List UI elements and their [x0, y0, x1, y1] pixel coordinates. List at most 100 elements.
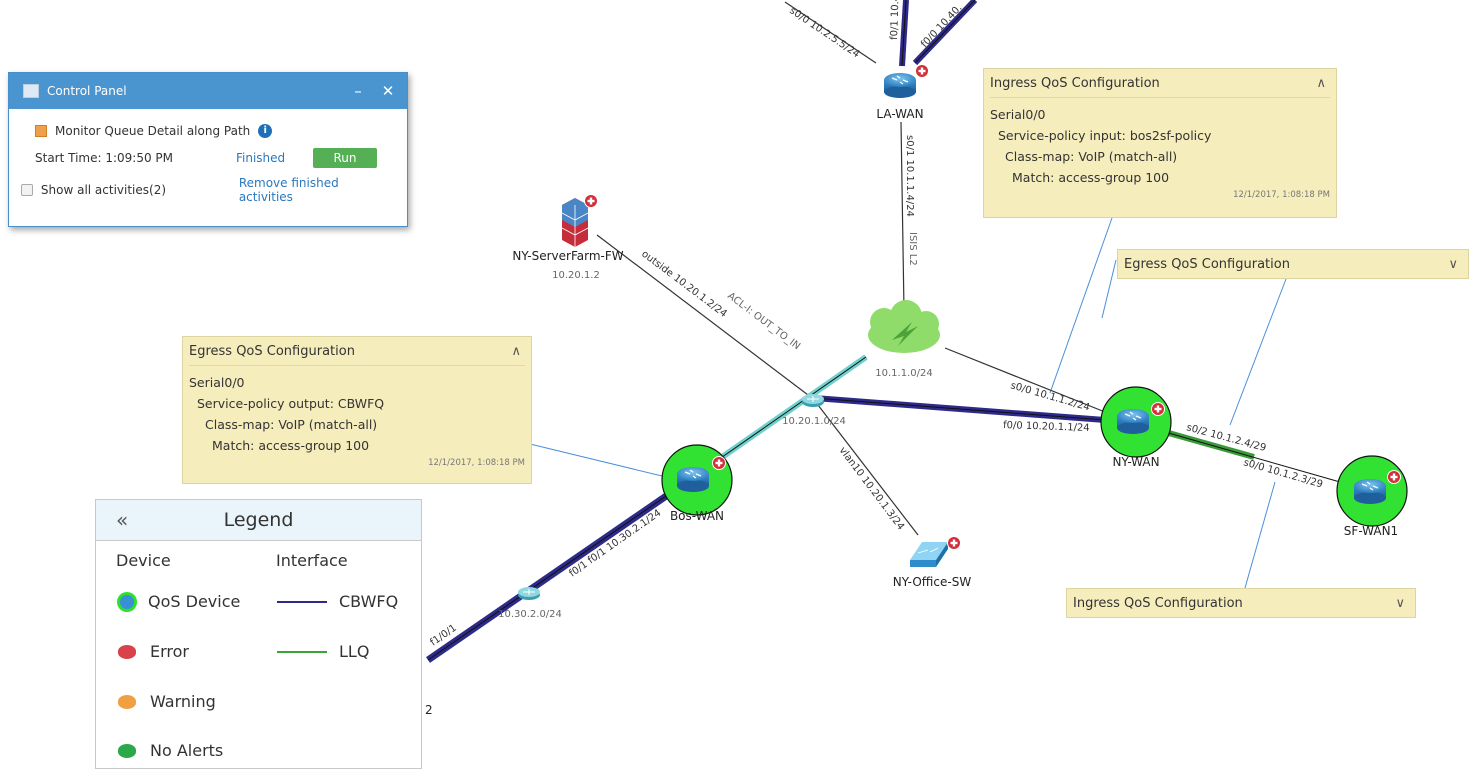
control-panel-header[interactable]: Control Panel – ✕ [9, 73, 407, 109]
legend-label: LLQ [339, 642, 370, 661]
label-acl: ACL-I: OUT_TO_IN [725, 291, 802, 353]
node-name: Bos-WAN [670, 509, 724, 523]
qos-panel-title: Egress QoS Configuration [189, 343, 355, 359]
show-all-checkbox[interactable] [21, 184, 33, 196]
error-badge-icon [584, 194, 598, 208]
legend-interface-header: Interface [276, 551, 348, 570]
node-ny-office-sw[interactable]: NY-Office-SW [893, 536, 972, 589]
node-la-wan[interactable]: LA-WAN [876, 64, 929, 121]
node-sf-wan1[interactable]: SF-WAN1 [1336, 455, 1408, 538]
control-panel: Control Panel – ✕ Monitor Queue Detail a… [8, 72, 408, 227]
minimize-button[interactable]: – [347, 82, 369, 100]
warning-router-icon [118, 694, 136, 709]
router-icon [1353, 478, 1387, 505]
run-button[interactable]: Run [313, 148, 377, 168]
link-fw-hub[interactable] [596, 234, 813, 399]
label-ny-s00: s0/0 10.1.1.2/24 [1009, 380, 1091, 413]
legend-label: Error [150, 642, 189, 661]
node-bos-wan[interactable]: Bos-WAN [661, 444, 733, 523]
collapse-chevron-icon[interactable]: ∧ [511, 344, 521, 359]
cloud-icon [868, 300, 940, 353]
expand-chevron-icon[interactable]: ∨ [1448, 257, 1458, 272]
status-finished-link[interactable]: Finished [236, 151, 313, 165]
legend-interface-llq: LLQ [277, 642, 369, 661]
link-bos-down-core [427, 491, 673, 661]
task-status-icon [35, 125, 47, 137]
callout-line-ny-ingress [1049, 217, 1113, 394]
legend-label: Warning [150, 692, 216, 711]
qos-line: Class-map: VoIP (match-all) [1005, 149, 1178, 164]
node-name: LA-WAN [876, 107, 923, 121]
legend-device-header: Device [116, 551, 171, 570]
hub-icon [517, 586, 541, 601]
router-icon [676, 466, 710, 493]
legend-title: Legend [223, 509, 294, 531]
qos-line: Serial0/0 [189, 375, 245, 390]
legend-panel: « Legend Device Interface QoS Device Err… [95, 499, 422, 769]
close-button[interactable]: ✕ [377, 82, 399, 100]
label-la-s01: s0/1 10.1.1.4/24 [904, 135, 915, 217]
legend-device-warning: Warning [118, 692, 216, 711]
truncated-node-label: 2 [425, 703, 433, 717]
legend-device-qos: QoS Device [118, 592, 240, 611]
callout-line-sf-ingress [1244, 481, 1276, 589]
node-name: NY-Office-SW [893, 575, 972, 589]
qos-timestamp: 12/1/2017, 1:08:18 PM [1233, 190, 1330, 200]
qos-device-icon [120, 594, 134, 609]
switch-icon [910, 542, 948, 567]
qos-panel-header[interactable]: Ingress QoS Configuration ∧ [984, 69, 1336, 97]
link-la-cloud[interactable] [900, 121, 905, 311]
error-router-icon [118, 644, 136, 659]
error-badge-icon [1387, 470, 1401, 484]
qos-panel-header[interactable]: Ingress QoS Configuration ∨ [1067, 589, 1415, 617]
callout-line-ny-egress-b [1229, 278, 1287, 426]
qos-panel-ny-egress[interactable]: Egress QoS Configuration ∨ [1117, 249, 1469, 279]
remove-finished-link[interactable]: Remove finished activities [239, 176, 395, 204]
legend-device-error: Error [118, 642, 189, 661]
node-ny-wan[interactable]: NY-WAN [1100, 386, 1172, 469]
label-ny-f00: f0/0 10.20.1.1/24 [1003, 420, 1090, 434]
collapse-chevron-icon[interactable]: ∧ [1316, 76, 1326, 91]
hub-icon [801, 393, 825, 408]
node-ip: 10.20.1.2 [552, 270, 600, 281]
label-fw-outside: outside 10.20.1.2/24 [639, 249, 729, 320]
callout-line-bos [529, 443, 663, 477]
node-cloud-10-1-1-0[interactable]: 10.1.1.0/24 [868, 300, 940, 379]
llq-line-swatch [277, 650, 327, 653]
error-badge-icon [1151, 402, 1165, 416]
info-icon[interactable]: i [258, 124, 273, 138]
node-name: NY-WAN [1112, 455, 1159, 469]
qos-panel-header[interactable]: Egress QoS Configuration ∧ [183, 337, 531, 365]
qos-panel-header[interactable]: Egress QoS Configuration ∨ [1118, 250, 1468, 278]
router-icon [883, 72, 917, 99]
qos-line: Service-policy input: bos2sf-policy [998, 128, 1212, 143]
control-panel-icon [23, 84, 39, 98]
qos-panel-title: Ingress QoS Configuration [990, 75, 1160, 91]
collapse-legend-icon[interactable]: « [116, 508, 128, 532]
qos-panel-bos-egress: Egress QoS Configuration ∧ Serial0/0 Ser… [182, 336, 532, 484]
label-sw-vlan: vlan10 10.20.1.3/24 [837, 445, 906, 532]
control-panel-title: Control Panel [47, 84, 127, 98]
legend-interface-cbwfq: CBWFQ [277, 592, 398, 611]
expand-chevron-icon[interactable]: ∨ [1395, 596, 1405, 611]
qos-line: Class-map: VoIP (match-all) [205, 417, 378, 432]
legend-label: QoS Device [148, 592, 241, 611]
label-la-f01: f0/1 10.4 [889, 0, 902, 40]
label-bos-f01: f0/1 f0/1 10.30.2.1/24 [567, 508, 663, 580]
node-name: 10.1.1.0/24 [875, 368, 932, 379]
task-label: Monitor Queue Detail along Path [55, 124, 251, 138]
legend-label: No Alerts [150, 741, 224, 760]
node-ny-serverfarm-fw[interactable]: NY-ServerFarm-FW 10.20.1.2 [512, 194, 624, 281]
node-name: 10.20.1.0/24 [782, 416, 846, 427]
error-badge-icon [915, 64, 929, 78]
callout-line-ny-egress-a [1101, 259, 1117, 319]
qos-panel-sf-ingress[interactable]: Ingress QoS Configuration ∨ [1066, 588, 1416, 618]
node-name: NY-ServerFarm-FW [512, 249, 623, 263]
node-name: SF-WAN1 [1344, 524, 1398, 538]
qos-line: Match: access-group 100 [212, 438, 370, 453]
qos-line: Serial0/0 [990, 107, 1046, 122]
legend-device-no-alerts: No Alerts [118, 741, 223, 760]
cbwfq-line-swatch [277, 600, 327, 603]
qos-timestamp: 12/1/2017, 1:08:18 PM [428, 458, 525, 468]
no-alerts-router-icon [118, 743, 136, 758]
